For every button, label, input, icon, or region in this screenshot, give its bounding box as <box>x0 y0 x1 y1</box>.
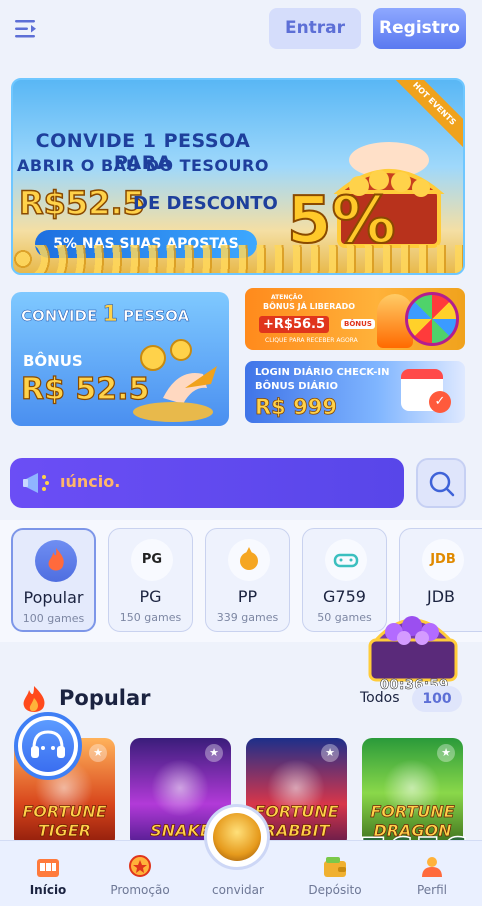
provider-tab-pp[interactable]: PP 339 games <box>205 528 290 632</box>
checkmark-icon: ✓ <box>429 391 451 413</box>
provider-name: PG <box>139 587 162 606</box>
provider-name: G759 <box>323 587 366 606</box>
provider-name: JDB <box>426 587 455 606</box>
invite-bonus-label: BÔNUS <box>23 352 83 370</box>
slot-machine-icon <box>37 859 59 877</box>
medal-icon <box>129 855 151 877</box>
search-button[interactable] <box>416 458 466 508</box>
checkin-amount: R$ 999 <box>255 395 338 420</box>
marquee-text: ıúncio. <box>60 472 121 491</box>
provider-name: Popular <box>23 588 84 607</box>
favorite-star-icon[interactable]: ★ <box>321 744 339 762</box>
provider-count: 339 games <box>216 611 279 624</box>
jdb-logo-icon: JDB <box>422 539 464 581</box>
announcement-marquee[interactable]: ıúncio. <box>10 458 404 508</box>
invite-title: CONVIDE 1 PESSOA <box>21 302 190 328</box>
provider-count: 150 games <box>119 611 182 624</box>
favorite-star-icon[interactable]: ★ <box>437 744 455 762</box>
invite-title-b: 1 <box>102 302 118 328</box>
game-art <box>150 760 210 816</box>
nav-label: Promoção <box>110 883 170 897</box>
flame-icon <box>35 540 77 582</box>
menu-icon[interactable] <box>14 18 38 40</box>
checkin-line-1: LOGIN DIÁRIO CHECK-IN <box>255 367 390 378</box>
bonus-released-label: BÔNUS JÁ LIBERADO <box>263 302 356 311</box>
nav-promotion[interactable]: Promoção <box>92 841 188 906</box>
daily-checkin-banner[interactable]: LOGIN DIÁRIO CHECK-IN BÔNUS DIÁRIO R$ 99… <box>245 361 465 423</box>
nav-deposit[interactable]: Depósito <box>287 841 383 906</box>
invite-title-a: CONVIDE <box>21 307 98 326</box>
top-header: Entrar Registro <box>0 0 482 60</box>
favorite-star-icon[interactable]: ★ <box>205 744 223 762</box>
wallet-icon <box>324 857 346 877</box>
login-button[interactable]: Entrar <box>269 8 361 49</box>
provider-tab-pg[interactable]: PG PG 150 games <box>108 528 193 632</box>
invite-title-c: PESSOA <box>122 307 190 326</box>
section-title: Popular <box>59 686 151 710</box>
coins-decoration <box>13 245 463 273</box>
promo-banner-main[interactable]: HOT EVENTS CONVIDE 1 PESSOA PARA ABRIR O… <box>11 78 465 275</box>
view-all-count[interactable]: 100 <box>412 686 462 712</box>
nav-home[interactable]: Início <box>0 841 96 906</box>
game-title: FORTUNE TIGER <box>22 802 107 841</box>
invite-banner[interactable]: CONVIDE 1 PESSOA BÔNUS R$ 52.5 <box>11 292 229 426</box>
pg-logo-icon: PG <box>131 539 173 581</box>
attention-label: ATENÇÃO <box>271 294 303 301</box>
headset-icon <box>22 720 74 772</box>
treasure-chest-icon: 5% <box>286 142 445 259</box>
gamepad-icon <box>325 539 367 581</box>
bonus-tag: BÔNUS <box>341 319 375 329</box>
provider-name: PP <box>237 587 258 606</box>
pp-logo-icon <box>228 539 270 581</box>
prize-wheel-icon <box>405 292 459 346</box>
bonus-released-banner[interactable]: ATENÇÃO BÔNUS JÁ LIBERADO +R$56.5 BÔNUS … <box>245 288 465 350</box>
invite-center-button[interactable] <box>204 804 270 870</box>
nav-label: Depósito <box>308 883 362 897</box>
provider-tab-popular[interactable]: Popular 100 games <box>11 528 96 632</box>
click-to-receive: CLIQUE PARA RECEBER AGORA <box>265 337 358 344</box>
nav-label: convidar <box>212 883 264 897</box>
provider-count: 100 games <box>22 612 85 625</box>
nav-label: Perfil <box>416 883 448 897</box>
checkin-line-2: BÔNUS DIÁRIO <box>255 381 338 392</box>
gem-chest-icon[interactable] <box>364 606 462 686</box>
nav-label: Início <box>29 883 67 897</box>
register-button[interactable]: Registro <box>373 8 466 49</box>
bonus-released-amount: +R$56.5 <box>259 316 330 333</box>
coin-hand-icon <box>133 339 217 422</box>
view-all-label[interactable]: Todos <box>360 690 399 706</box>
nav-profile[interactable]: Perfil <box>384 841 480 906</box>
profile-icon <box>422 857 442 877</box>
megaphone-icon <box>23 473 49 493</box>
banner-desc: DE DESCONTO <box>133 193 278 214</box>
banner-amount: R$52.5 <box>18 183 145 223</box>
search-icon <box>429 471 455 497</box>
support-button[interactable] <box>14 712 82 780</box>
favorite-star-icon[interactable]: ★ <box>89 744 107 762</box>
treasure-chest-icon <box>213 813 261 861</box>
banner-line-2: ABRIR O BAÚ DO TESOURO <box>17 156 269 175</box>
